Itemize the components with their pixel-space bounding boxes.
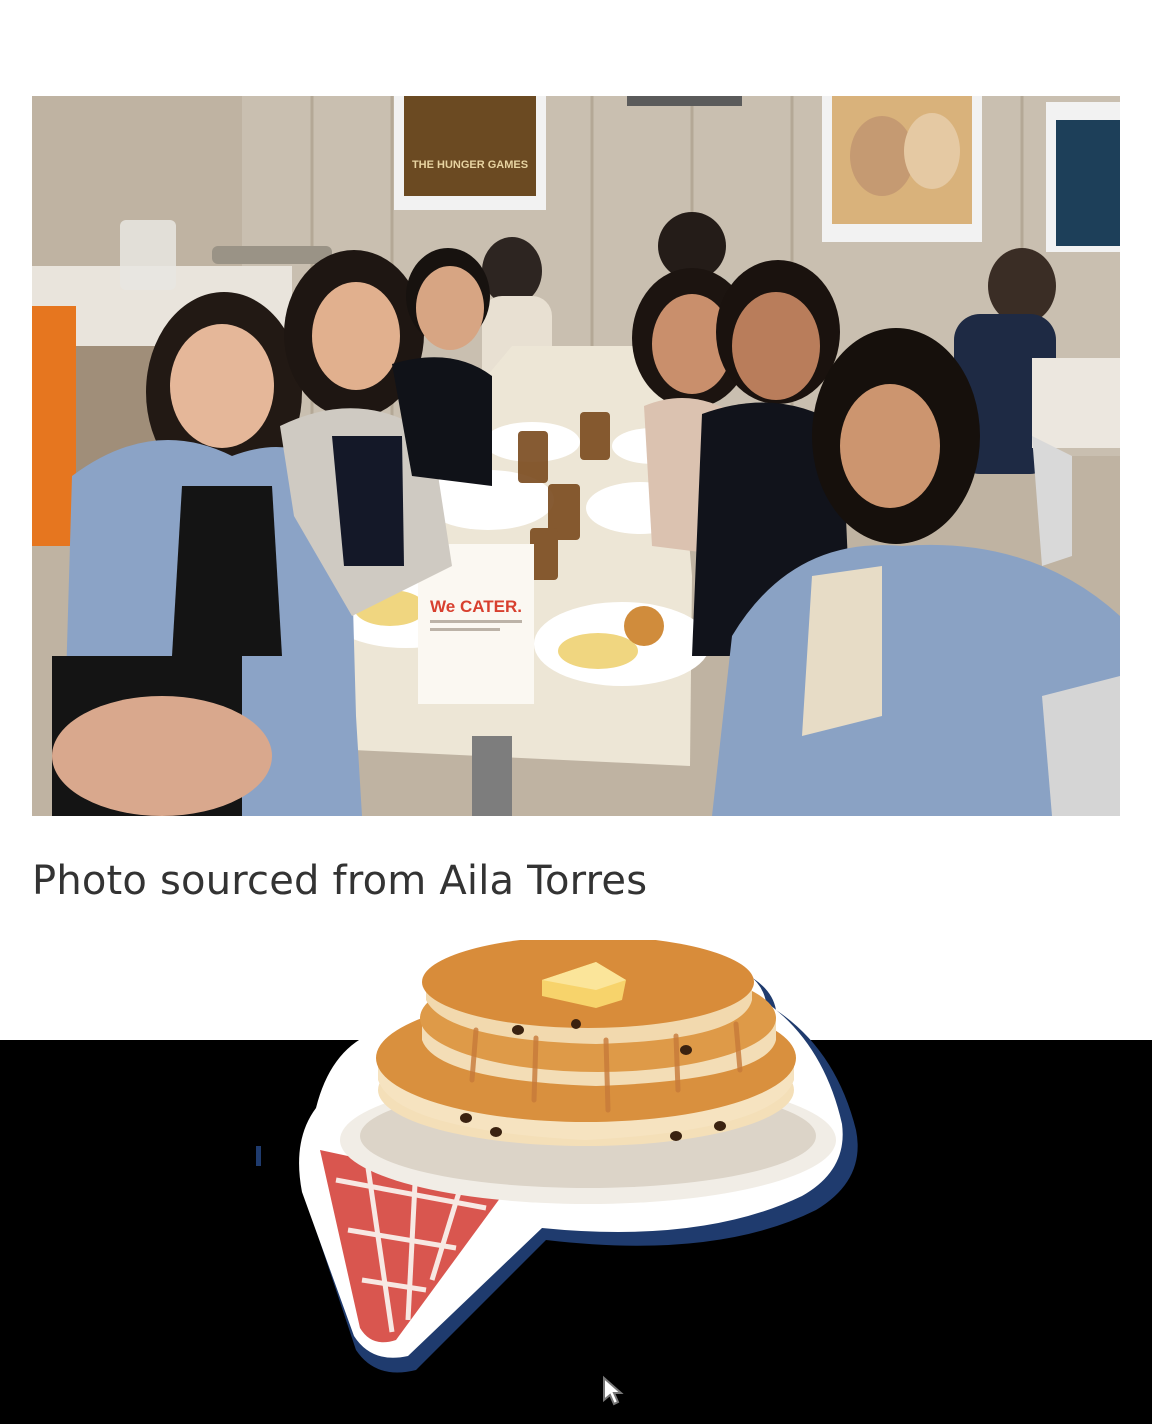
decorative-dot bbox=[256, 1146, 261, 1166]
pancake-stack-icon bbox=[296, 940, 872, 1380]
tent-card-headline: We CATER. bbox=[430, 597, 522, 616]
poster-middle bbox=[822, 96, 982, 242]
poster-left: THE HUNGER GAMES bbox=[394, 96, 546, 210]
photo-illustration: THE HUNGER GAMES We CATER. bbox=[32, 96, 1120, 816]
cursor-icon bbox=[598, 1374, 632, 1414]
photo-caption: Photo sourced from Aila Torres bbox=[32, 858, 648, 904]
poster-left-title: THE HUNGER GAMES bbox=[412, 159, 528, 171]
poster-right bbox=[1046, 102, 1120, 252]
restaurant-group-photo: THE HUNGER GAMES We CATER. bbox=[32, 96, 1120, 816]
pancake-sticker-art bbox=[299, 940, 858, 1373]
